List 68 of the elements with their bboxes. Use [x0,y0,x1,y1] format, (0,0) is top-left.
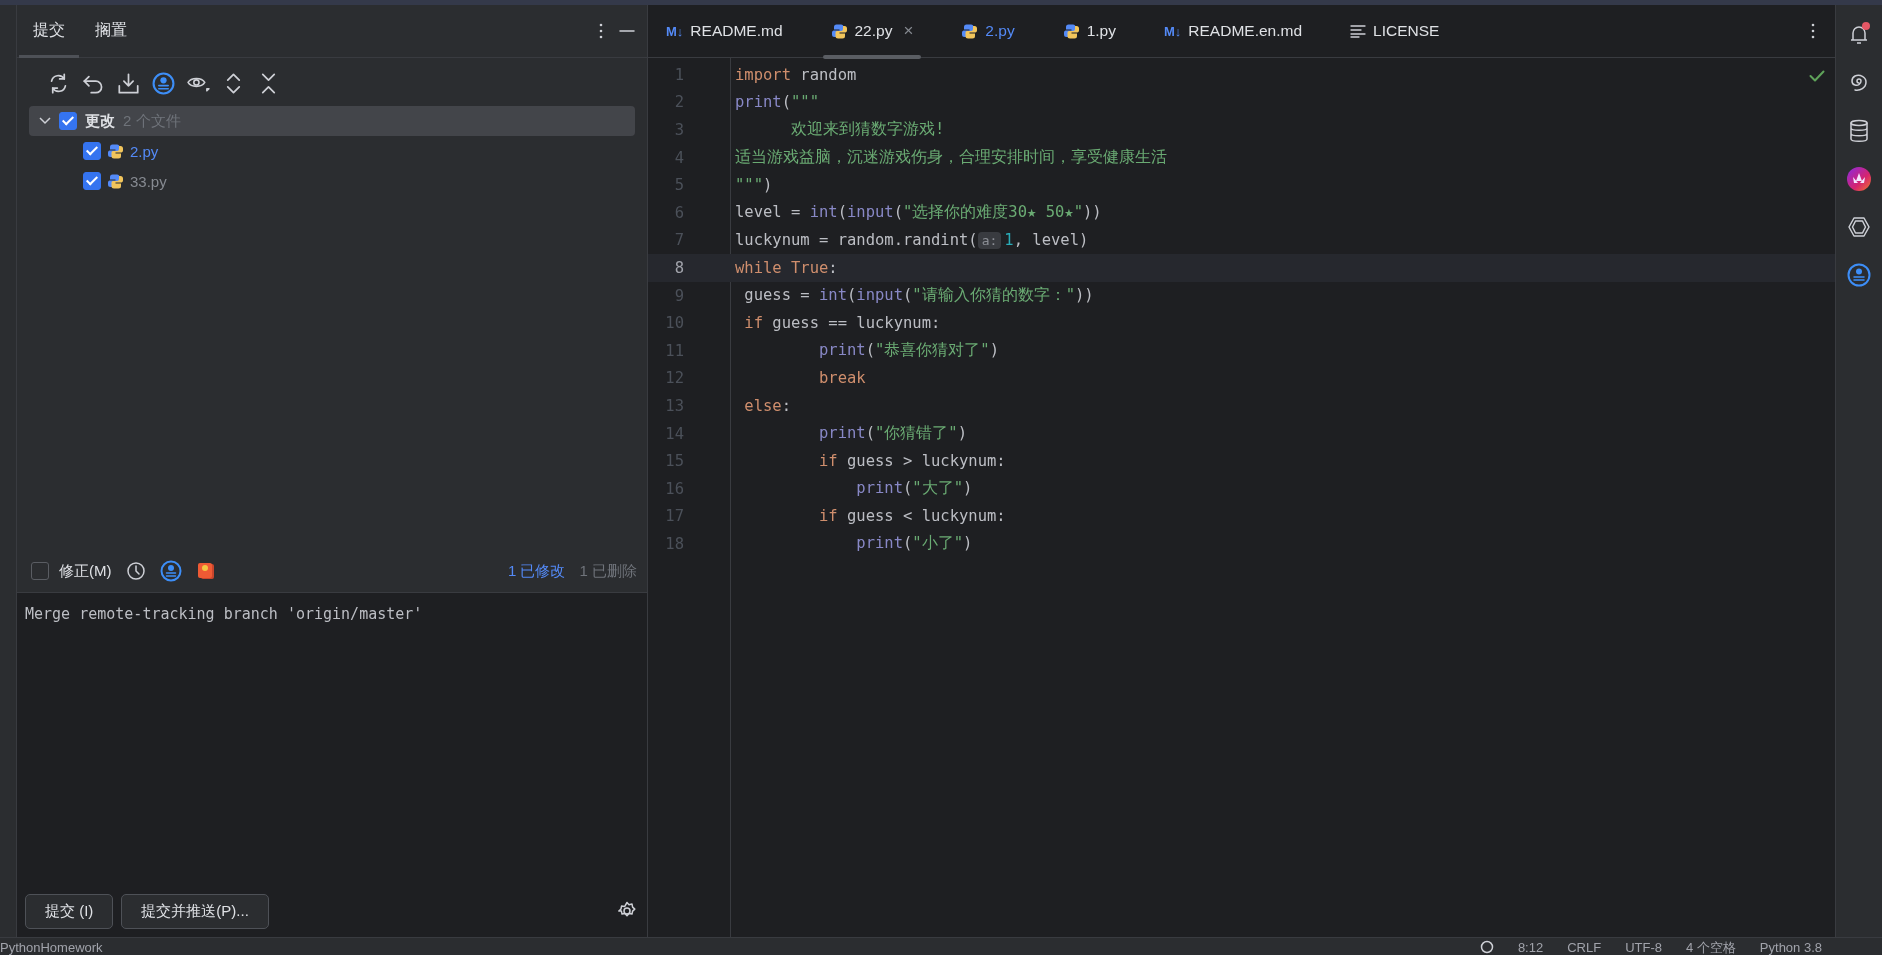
change-count[interactable]: 1 已修改 [507,561,566,581]
commit-button[interactable]: 提交并推送(P)... [121,893,269,929]
hexagon-icon[interactable] [1847,215,1871,239]
chevron-down-icon[interactable] [39,117,51,125]
commit-button[interactable]: 提交 (I) [25,893,114,929]
code-line: if guess == luckynum: [743,314,941,333]
status-item[interactable]: UTF-8 [1625,940,1662,955]
code-line: """) [735,176,773,195]
checkbox[interactable] [83,142,101,160]
tab[interactable]: 搁置 [81,5,141,58]
status-item[interactable]: 4 个空格 [1686,940,1736,955]
editor-tab[interactable]: M↓ README.en.md [1146,5,1321,57]
code-line: break [818,369,866,388]
user-circle-icon[interactable] [159,560,182,582]
checkbox[interactable] [83,172,101,190]
code-line: print("小了") [855,533,973,555]
user-circle-icon[interactable] [152,71,175,95]
checkmark-icon [1809,70,1825,82]
python-icon [107,142,124,160]
markdown-icon: M↓ [666,23,684,39]
file-name[interactable]: 33.py [130,172,167,190]
status-item[interactable]: Python 3.8 [1759,940,1822,955]
line-number: 8 [673,258,685,277]
checkbox[interactable] [59,112,77,130]
editor-tab[interactable]: LICENSE [1332,5,1458,57]
download-icon[interactable] [117,71,140,95]
code-line: print("恭喜你猜对了") [818,340,999,362]
code-line: print("你猜错了") [818,423,967,444]
code-line: if guess > luckynum: [818,452,1006,471]
status-item[interactable]: 8:12 [1517,940,1544,955]
code-line: level = int(input("选择你的难度30★ 50★")) [735,202,1102,224]
checkbox-label: 修正(M) [59,561,112,581]
user-circle-icon[interactable] [1847,263,1871,287]
change-count[interactable]: 1 已删除 [579,561,637,581]
code-line: 适当游戏益脑，沉迷游戏伤身，合理安排时间，享受健康生活 [735,147,1167,169]
code-line: guess = int(input("请输入你猜的数字：")) [743,285,1094,307]
code-line: print(""" [735,93,819,112]
code-line: 欢迎来到猜数字游戏! [790,119,945,141]
python-icon [830,22,848,40]
code-line: if guess < luckynum: [818,507,1006,526]
python-icon [1062,22,1080,40]
code-line: print("大了") [855,478,973,500]
project-name[interactable]: PythonHomework [0,940,103,955]
group-label: 更改 [85,111,115,131]
code-line: while True: [735,258,838,277]
text-lines-icon [1350,24,1367,38]
code-line: import random [735,65,857,84]
file-name[interactable]: 2.py [130,142,159,160]
more-icon[interactable] [1811,22,1815,40]
checkbox[interactable] [31,562,49,580]
database-icon[interactable] [1848,119,1870,143]
editor-tab[interactable]: M↓ README.md [648,5,801,57]
python-icon [107,172,124,190]
editor-tab[interactable]: 22.py × [812,5,932,57]
plugin-logo-icon[interactable] [1847,167,1871,191]
minimize-icon[interactable] [619,29,635,33]
tab[interactable]: 提交 [19,5,79,58]
python-icon [961,22,979,40]
markdown-icon: M↓ [1164,23,1182,39]
status-item[interactable]: CRLF [1567,940,1602,955]
code-line: luckynum = random.randint( a: 1, level) [735,231,1089,250]
editor-tab[interactable]: 1.py [1044,5,1134,57]
commit-message-field[interactable]: Merge remote-tracking branch 'origin/master' [25,605,423,623]
editor-tab[interactable]: 2.py [943,5,1033,57]
code-line: else: [743,396,791,415]
close-icon[interactable]: × [903,21,914,41]
more-icon[interactable] [599,22,603,40]
clock-icon[interactable] [125,561,146,581]
